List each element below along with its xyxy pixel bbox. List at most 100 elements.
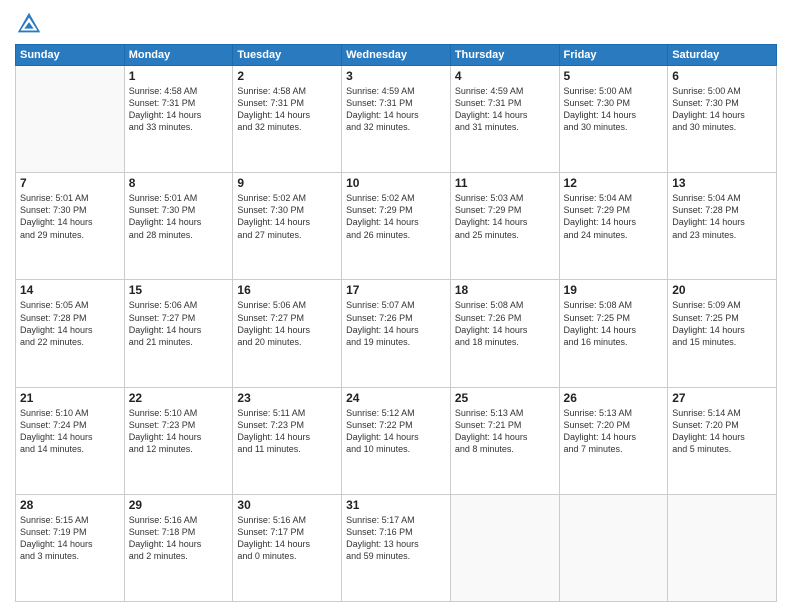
calendar-cell: 6Sunrise: 5:00 AM Sunset: 7:30 PM Daylig… bbox=[668, 66, 777, 173]
day-number: 7 bbox=[20, 176, 120, 190]
day-number: 16 bbox=[237, 283, 337, 297]
day-number: 20 bbox=[672, 283, 772, 297]
weekday-header-tuesday: Tuesday bbox=[233, 45, 342, 66]
day-info: Sunrise: 5:16 AM Sunset: 7:17 PM Dayligh… bbox=[237, 514, 337, 563]
calendar-cell: 13Sunrise: 5:04 AM Sunset: 7:28 PM Dayli… bbox=[668, 173, 777, 280]
logo-icon bbox=[15, 10, 43, 38]
day-number: 1 bbox=[129, 69, 229, 83]
calendar-cell: 25Sunrise: 5:13 AM Sunset: 7:21 PM Dayli… bbox=[450, 387, 559, 494]
calendar-cell: 5 Sunrise: 5:00 AM Sunset: 7:30 PM Daylig… bbox=[559, 66, 668, 173]
day-number: 23 bbox=[237, 391, 337, 405]
weekday-header-wednesday: Wednesday bbox=[342, 45, 451, 66]
day-number: 3 bbox=[346, 69, 446, 83]
calendar-cell: 3 Sunrise: 4:59 AM Sunset: 7:31 PM Daylig… bbox=[342, 66, 451, 173]
weekday-header-sunday: Sunday bbox=[16, 45, 125, 66]
day-info: Sunrise: 5:10 AM Sunset: 7:24 PM Dayligh… bbox=[20, 407, 120, 456]
calendar-cell: 27Sunrise: 5:14 AM Sunset: 7:20 PM Dayli… bbox=[668, 387, 777, 494]
day-number: 11 bbox=[455, 176, 555, 190]
day-number: 8 bbox=[129, 176, 229, 190]
day-info: Sunrise: 4:58 AM Sunset: 7:31 PM Dayligh… bbox=[237, 85, 337, 134]
calendar-cell bbox=[559, 494, 668, 601]
day-number: 12 bbox=[564, 176, 664, 190]
day-info: Sunrise: 5:10 AM Sunset: 7:23 PM Dayligh… bbox=[129, 407, 229, 456]
day-number: 13 bbox=[672, 176, 772, 190]
calendar-cell: 8Sunrise: 5:01 AM Sunset: 7:30 PM Daylig… bbox=[124, 173, 233, 280]
day-info: Sunrise: 5:00 AM Sunset: 7:30 PM Dayligh… bbox=[672, 85, 772, 134]
week-row-3: 14 Sunrise: 5:05 AM Sunset: 7:28 PM Dayli… bbox=[16, 280, 777, 387]
day-info: Sunrise: 5:13 AM Sunset: 7:21 PM Dayligh… bbox=[455, 407, 555, 456]
calendar-cell: 30 Sunrise: 5:16 AM Sunset: 7:17 PM Dayli… bbox=[233, 494, 342, 601]
day-number: 24 bbox=[346, 391, 446, 405]
day-info: Sunrise: 4:59 AM Sunset: 7:31 PM Dayligh… bbox=[346, 85, 446, 134]
day-info: Sunrise: 5:15 AM Sunset: 7:19 PM Dayligh… bbox=[20, 514, 120, 563]
day-info: Sunrise: 4:58 AM Sunset: 7:31 PM Dayligh… bbox=[129, 85, 229, 134]
day-number: 28 bbox=[20, 498, 120, 512]
day-number: 10 bbox=[346, 176, 446, 190]
calendar-cell: 17 Sunrise: 5:07 AM Sunset: 7:26 PM Dayli… bbox=[342, 280, 451, 387]
day-info: Sunrise: 5:02 AM Sunset: 7:29 PM Dayligh… bbox=[346, 192, 446, 241]
calendar-cell bbox=[668, 494, 777, 601]
day-info: Sunrise: 5:02 AM Sunset: 7:30 PM Dayligh… bbox=[237, 192, 337, 241]
day-info: Sunrise: 5:04 AM Sunset: 7:29 PM Dayligh… bbox=[564, 192, 664, 241]
logo bbox=[15, 10, 47, 38]
day-number: 14 bbox=[20, 283, 120, 297]
day-info: Sunrise: 5:07 AM Sunset: 7:26 PM Dayligh… bbox=[346, 299, 446, 348]
calendar-cell bbox=[16, 66, 125, 173]
day-info: Sunrise: 5:09 AM Sunset: 7:25 PM Dayligh… bbox=[672, 299, 772, 348]
calendar-cell: 2Sunrise: 4:58 AM Sunset: 7:31 PM Daylig… bbox=[233, 66, 342, 173]
week-row-5: 28 Sunrise: 5:15 AM Sunset: 7:19 PM Dayli… bbox=[16, 494, 777, 601]
calendar-cell: 15 Sunrise: 5:06 AM Sunset: 7:27 PM Dayli… bbox=[124, 280, 233, 387]
day-info: Sunrise: 4:59 AM Sunset: 7:31 PM Dayligh… bbox=[455, 85, 555, 134]
page: SundayMondayTuesdayWednesdayThursdayFrid… bbox=[0, 0, 792, 612]
calendar-cell: 9 Sunrise: 5:02 AM Sunset: 7:30 PM Daylig… bbox=[233, 173, 342, 280]
weekday-header-row: SundayMondayTuesdayWednesdayThursdayFrid… bbox=[16, 45, 777, 66]
day-number: 15 bbox=[129, 283, 229, 297]
calendar-cell: 31Sunrise: 5:17 AM Sunset: 7:16 PM Dayli… bbox=[342, 494, 451, 601]
day-info: Sunrise: 5:06 AM Sunset: 7:27 PM Dayligh… bbox=[129, 299, 229, 348]
calendar-cell: 1 Sunrise: 4:58 AM Sunset: 7:31 PM Daylig… bbox=[124, 66, 233, 173]
calendar-cell: 10 Sunrise: 5:02 AM Sunset: 7:29 PM Dayli… bbox=[342, 173, 451, 280]
weekday-header-friday: Friday bbox=[559, 45, 668, 66]
header bbox=[15, 10, 777, 38]
week-row-2: 7Sunrise: 5:01 AM Sunset: 7:30 PM Daylig… bbox=[16, 173, 777, 280]
calendar-cell: 23 Sunrise: 5:11 AM Sunset: 7:23 PM Dayli… bbox=[233, 387, 342, 494]
weekday-header-saturday: Saturday bbox=[668, 45, 777, 66]
day-info: Sunrise: 5:16 AM Sunset: 7:18 PM Dayligh… bbox=[129, 514, 229, 563]
calendar-cell: 12 Sunrise: 5:04 AM Sunset: 7:29 PM Dayli… bbox=[559, 173, 668, 280]
calendar-cell: 14 Sunrise: 5:05 AM Sunset: 7:28 PM Dayli… bbox=[16, 280, 125, 387]
calendar-cell: 21 Sunrise: 5:10 AM Sunset: 7:24 PM Dayli… bbox=[16, 387, 125, 494]
day-info: Sunrise: 5:03 AM Sunset: 7:29 PM Dayligh… bbox=[455, 192, 555, 241]
day-number: 17 bbox=[346, 283, 446, 297]
weekday-header-monday: Monday bbox=[124, 45, 233, 66]
day-number: 18 bbox=[455, 283, 555, 297]
calendar-cell: 29 Sunrise: 5:16 AM Sunset: 7:18 PM Dayli… bbox=[124, 494, 233, 601]
weekday-header-thursday: Thursday bbox=[450, 45, 559, 66]
calendar-cell: 28 Sunrise: 5:15 AM Sunset: 7:19 PM Dayli… bbox=[16, 494, 125, 601]
calendar-table: SundayMondayTuesdayWednesdayThursdayFrid… bbox=[15, 44, 777, 602]
day-info: Sunrise: 5:00 AM Sunset: 7:30 PM Dayligh… bbox=[564, 85, 664, 134]
calendar-cell: 7Sunrise: 5:01 AM Sunset: 7:30 PM Daylig… bbox=[16, 173, 125, 280]
day-number: 30 bbox=[237, 498, 337, 512]
calendar-cell: 4 Sunrise: 4:59 AM Sunset: 7:31 PM Daylig… bbox=[450, 66, 559, 173]
calendar-cell: 18 Sunrise: 5:08 AM Sunset: 7:26 PM Dayli… bbox=[450, 280, 559, 387]
day-number: 9 bbox=[237, 176, 337, 190]
day-number: 4 bbox=[455, 69, 555, 83]
week-row-4: 21 Sunrise: 5:10 AM Sunset: 7:24 PM Dayli… bbox=[16, 387, 777, 494]
day-number: 31 bbox=[346, 498, 446, 512]
day-info: Sunrise: 5:08 AM Sunset: 7:26 PM Dayligh… bbox=[455, 299, 555, 348]
calendar-cell: 26Sunrise: 5:13 AM Sunset: 7:20 PM Dayli… bbox=[559, 387, 668, 494]
calendar-cell: 22Sunrise: 5:10 AM Sunset: 7:23 PM Dayli… bbox=[124, 387, 233, 494]
day-info: Sunrise: 5:12 AM Sunset: 7:22 PM Dayligh… bbox=[346, 407, 446, 456]
calendar-cell: 19Sunrise: 5:08 AM Sunset: 7:25 PM Dayli… bbox=[559, 280, 668, 387]
day-number: 29 bbox=[129, 498, 229, 512]
day-number: 21 bbox=[20, 391, 120, 405]
day-info: Sunrise: 5:05 AM Sunset: 7:28 PM Dayligh… bbox=[20, 299, 120, 348]
day-number: 5 bbox=[564, 69, 664, 83]
day-number: 19 bbox=[564, 283, 664, 297]
week-row-1: 1 Sunrise: 4:58 AM Sunset: 7:31 PM Daylig… bbox=[16, 66, 777, 173]
day-number: 26 bbox=[564, 391, 664, 405]
calendar-cell bbox=[450, 494, 559, 601]
day-info: Sunrise: 5:11 AM Sunset: 7:23 PM Dayligh… bbox=[237, 407, 337, 456]
calendar-cell: 16Sunrise: 5:06 AM Sunset: 7:27 PM Dayli… bbox=[233, 280, 342, 387]
calendar-cell: 20 Sunrise: 5:09 AM Sunset: 7:25 PM Dayli… bbox=[668, 280, 777, 387]
